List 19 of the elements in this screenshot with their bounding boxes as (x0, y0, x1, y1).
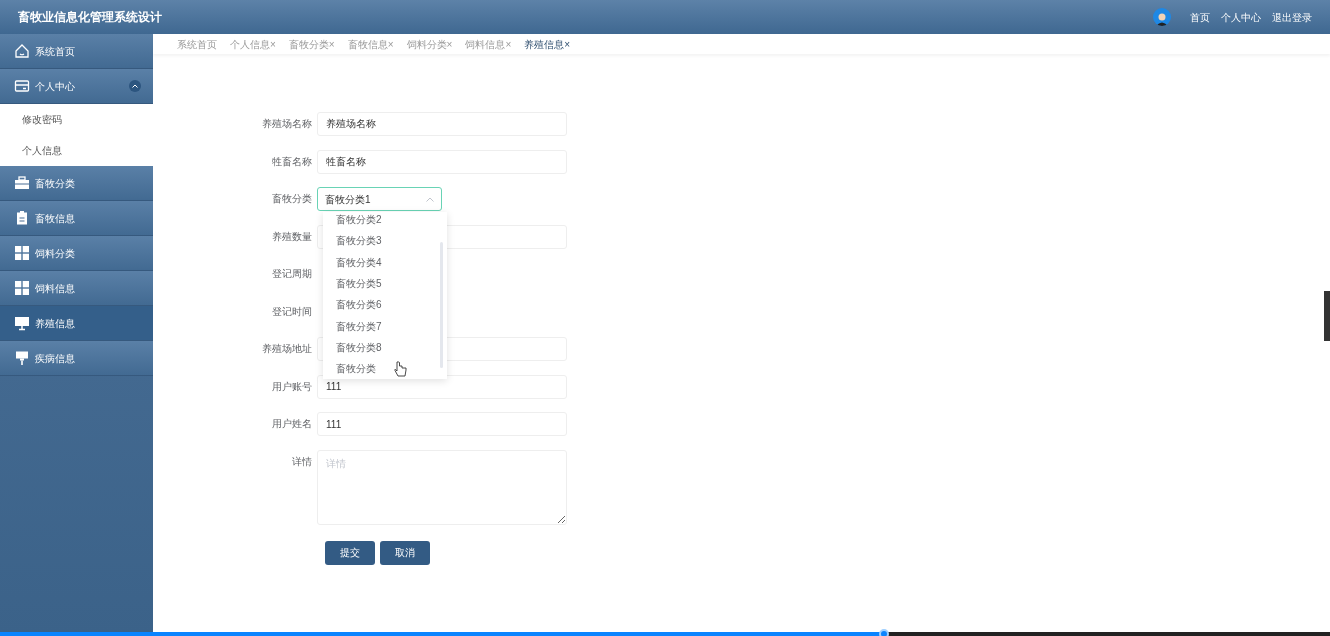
menu-label: 畜牧信息 (35, 211, 76, 226)
app-title: 畜牧业信息化管理系统设计 (18, 9, 162, 26)
field-label: 养殖场地址 (261, 342, 313, 356)
field-label: 用户账号 (271, 379, 313, 394)
menu-label: 个人中心 (35, 79, 76, 94)
menu-label: 饲料信息 (35, 281, 76, 296)
menu-label: 畜牧分类 (35, 176, 76, 191)
menu-label: 饲料分类 (35, 246, 76, 261)
field-label: 牲畜名称 (271, 154, 313, 169)
menu-label: 系统首页 (35, 44, 76, 59)
field-label: 用户姓名 (271, 417, 313, 431)
field-label: 养殖场名称 (261, 117, 313, 131)
field-label: 畜牧分类 (271, 192, 313, 206)
field-label: 详情 (291, 454, 313, 469)
field-label: 登记时间 (271, 304, 313, 319)
field-label: 登记周期 (271, 267, 313, 281)
field-label: 养殖数量 (271, 229, 313, 244)
menu-label: 养殖信息 (35, 316, 76, 331)
menu-label: 疾病信息 (35, 351, 76, 366)
